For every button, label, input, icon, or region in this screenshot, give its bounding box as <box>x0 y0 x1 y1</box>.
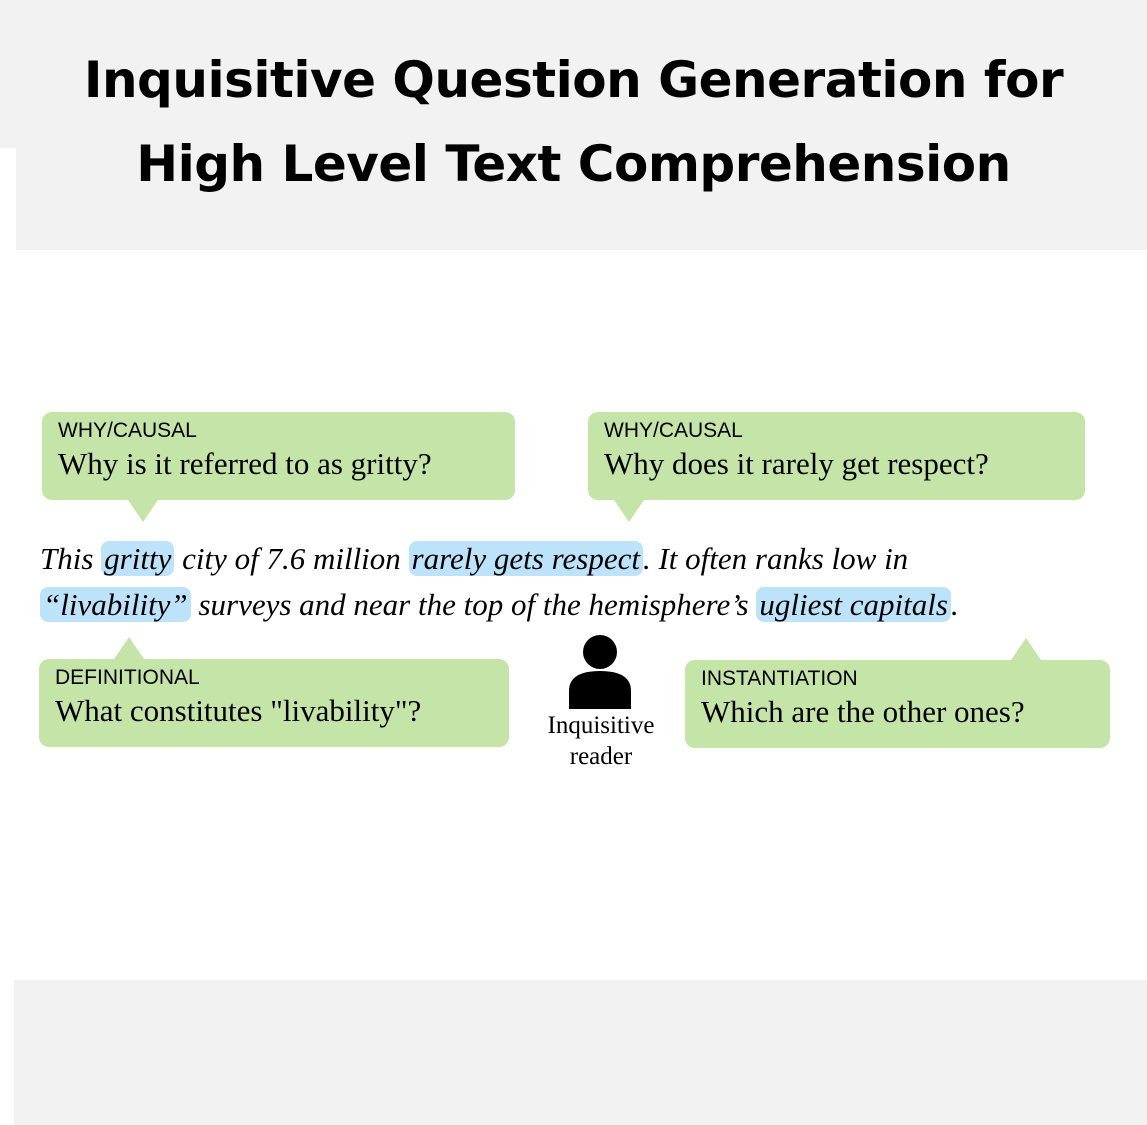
bubble-tail <box>128 500 158 522</box>
question-type-label: DEFINITIONAL <box>55 666 200 689</box>
question-bubble-livability: DEFINITIONAL What constitutes "livabilit… <box>39 637 509 747</box>
reader-label: Inquisitive reader <box>522 710 680 772</box>
question-bubble-respect: WHY/CAUSAL Why does it rarely get respec… <box>588 412 1085 522</box>
reader-label-line-1: Inquisitive <box>547 712 655 739</box>
question-text: Why does it rarely get respect? <box>604 446 989 481</box>
question-text: Which are the other ones? <box>701 694 1025 729</box>
person-icon <box>569 635 631 709</box>
question-bubble-capitals: INSTANTIATION Which are the other ones? <box>685 638 1110 748</box>
bubble-tail <box>114 637 144 659</box>
footer-band <box>14 980 1147 1125</box>
question-type-label: WHY/CAUSAL <box>604 419 743 442</box>
question-type-label: WHY/CAUSAL <box>58 419 197 442</box>
title-line-1: Inquisitive Question Generation for <box>83 51 1064 109</box>
passage-line-2: “livability” surveys and near the top of… <box>40 582 1140 628</box>
passage-text: This <box>40 541 102 576</box>
passage-text: . <box>950 587 959 622</box>
question-type-label: INSTANTIATION <box>701 667 858 690</box>
reader-label-line-2: reader <box>569 743 633 770</box>
question-text: What constitutes "livability"? <box>55 693 422 728</box>
highlight-livability: “livability” <box>40 587 191 622</box>
news-passage: This gritty city of 7.6 million rarely g… <box>40 536 1140 628</box>
highlight-ugliest-capitals: ugliest capitals <box>756 587 951 622</box>
page-title: Inquisitive Question Generation for High… <box>0 38 1147 206</box>
question-bubble-gritty: WHY/CAUSAL Why is it referred to as grit… <box>42 412 515 522</box>
highlight-gritty: gritty <box>101 541 175 576</box>
passage-text: . It often ranks low in <box>642 541 909 576</box>
passage-text: city of 7.6 million <box>174 541 409 576</box>
bubble-tail <box>1011 638 1041 660</box>
bubble-tail <box>614 500 644 522</box>
passage-text: surveys and near the top of the hemisphe… <box>190 587 757 622</box>
highlight-rarely-gets-respect: rarely gets respect <box>408 541 643 576</box>
title-line-2: High Level Text Comprehension <box>136 135 1011 193</box>
question-text: Why is it referred to as gritty? <box>58 446 432 481</box>
passage-line-1: This gritty city of 7.6 million rarely g… <box>40 536 1140 582</box>
